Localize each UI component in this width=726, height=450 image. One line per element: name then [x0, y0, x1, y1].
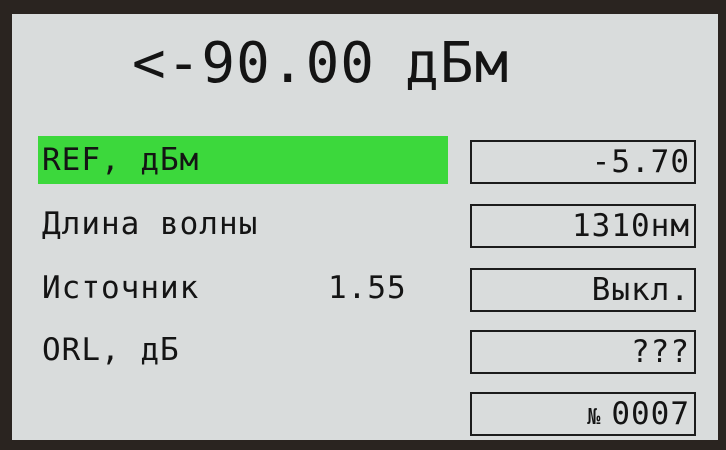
ref-label[interactable]: REF, дБм — [38, 136, 448, 184]
number-sign: № — [587, 405, 602, 430]
ref-value-box[interactable]: -5.70 — [470, 140, 696, 184]
power-reading-unit: дБм — [405, 31, 510, 96]
wavelength-label[interactable]: Длина волны — [38, 200, 258, 248]
orl-value-box[interactable]: ??? — [470, 330, 696, 374]
source-state-box[interactable]: Выкл. — [470, 268, 696, 312]
power-reading: <-90.00 дБм — [132, 36, 509, 92]
source-label[interactable]: Источник — [38, 264, 199, 312]
meter-screen: <-90.00 дБм REF, дБм -5.70 Длина волны 13… — [12, 14, 718, 440]
record-number-box[interactable]: № 0007 — [470, 392, 696, 436]
record-number-value: 0007 — [611, 396, 690, 432]
power-reading-value: <-90.00 — [132, 31, 376, 96]
source-wavelength-value: 1.55 — [328, 270, 407, 306]
orl-label[interactable]: ORL, дБ — [38, 326, 180, 374]
wavelength-value-box[interactable]: 1310нм — [470, 204, 696, 248]
